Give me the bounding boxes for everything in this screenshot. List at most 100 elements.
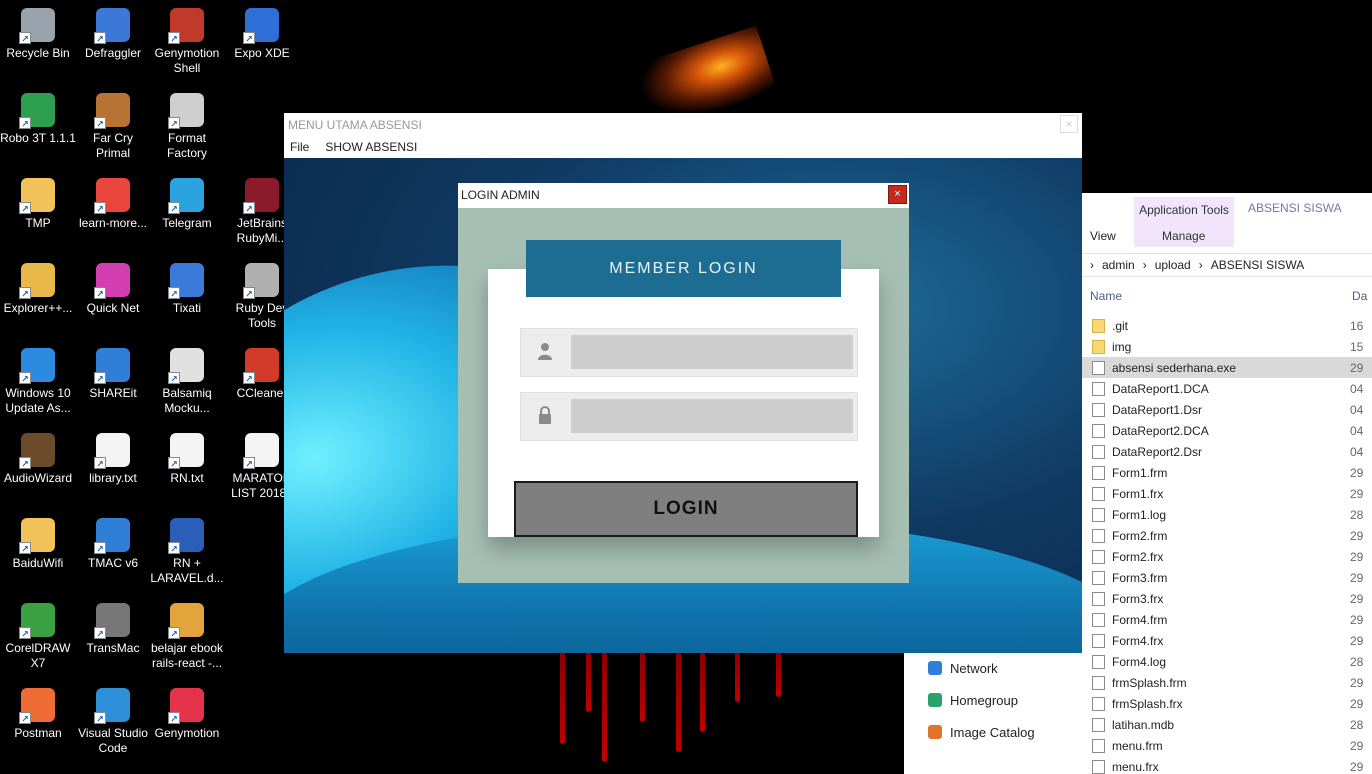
main-window-close-button[interactable]: × (1060, 115, 1078, 133)
file-row[interactable]: Form2.frm 29 (1082, 525, 1372, 546)
desktop-icon-genymotion[interactable]: ↗ Genymotion (149, 688, 225, 741)
desktop-icon-expo-xde[interactable]: ↗ Expo XDE (224, 8, 300, 61)
file-row[interactable]: Form4.frm 29 (1082, 609, 1372, 630)
desktop-icon-balsamiq[interactable]: ↗ Balsamiq Mocku... (149, 348, 225, 416)
main-window-titlebar: MENU UTAMA ABSENSI × (284, 113, 1082, 137)
breadcrumb-admin[interactable]: admin (1102, 258, 1135, 272)
windows-update-icon: ↗ (19, 348, 55, 384)
file-row[interactable]: img 15 (1082, 336, 1372, 357)
file-row[interactable]: menu.frx 29 (1082, 756, 1372, 774)
desktop-icon-label: Genymotion (154, 726, 220, 740)
file-row[interactable]: DataReport2.Dsr 04 (1082, 441, 1372, 462)
desktop-icon-audio-wizard[interactable]: ↗ AudioWizard (0, 433, 76, 486)
drip (735, 652, 740, 702)
tab-view[interactable]: View (1090, 229, 1116, 243)
file-row[interactable]: latihan.mdb 28 (1082, 714, 1372, 735)
file-row[interactable]: Form3.frx 29 (1082, 588, 1372, 609)
file-name: DataReport2.Dsr (1112, 444, 1203, 459)
column-date-header[interactable]: Da (1352, 289, 1367, 303)
drip (700, 652, 705, 732)
file-row[interactable]: .git 16 (1082, 315, 1372, 336)
desktop-icon-word-doc[interactable]: ↗ RN + LARAVEL.d... (149, 518, 225, 586)
breadcrumb-upload[interactable]: upload (1155, 258, 1191, 272)
file-name: .git (1112, 318, 1129, 333)
desktop-icon-ebook[interactable]: ↗ belajar ebook rails-react -... (149, 603, 225, 671)
file-row[interactable]: Form1.frm 29 (1082, 462, 1372, 483)
password-input[interactable] (571, 399, 853, 433)
desktop-icon-tmac[interactable]: ↗ TMAC v6 (75, 518, 151, 571)
desktop-icon-defraggler[interactable]: ↗ Defraggler (75, 8, 151, 61)
file-icon (1092, 528, 1105, 543)
drip (776, 652, 781, 697)
explorer-ribbon: Application Tools ABSENSI SISWA View Man… (1082, 193, 1372, 247)
breadcrumb-absensi-siswa[interactable]: ABSENSI SISWA (1211, 258, 1305, 272)
tab-manage[interactable]: Manage (1162, 229, 1205, 243)
file-row[interactable]: frmSplash.frm 29 (1082, 672, 1372, 693)
shortcut-arrow-icon: ↗ (243, 287, 255, 299)
desktop-icon-vscode[interactable]: ↗ Visual Studio Code (75, 688, 151, 756)
file-row[interactable]: absensi sederhana.exe 29 (1082, 357, 1372, 378)
nav-item-network[interactable]: Network (904, 652, 1082, 684)
file-date: 28 (1350, 717, 1364, 732)
file-row[interactable]: DataReport1.Dsr 04 (1082, 399, 1372, 420)
file-date: 04 (1350, 444, 1364, 459)
desktop-icon-explorer-plus[interactable]: ↗ Explorer++... (0, 263, 76, 316)
username-input[interactable] (571, 335, 853, 369)
desktop-icon-far-cry-primal[interactable]: ↗ Far Cry Primal (75, 93, 151, 161)
file-row[interactable]: DataReport1.DCA 04 (1082, 378, 1372, 399)
desktop-icon-label: TransMac (86, 641, 140, 655)
desktop-icon-windows-update[interactable]: ↗ Windows 10 Update As... (0, 348, 76, 416)
file-date: 29 (1350, 633, 1364, 648)
desktop-icon-recycle-bin[interactable]: ↗ Recycle Bin (0, 8, 76, 61)
login-dialog-close-button[interactable]: × (888, 185, 907, 204)
shortcut-arrow-icon: ↗ (94, 117, 106, 129)
desktop-icon-robo3t[interactable]: ↗ Robo 3T 1.1.1 (0, 93, 76, 146)
desktop-icon-postman[interactable]: ↗ Postman (0, 688, 76, 741)
desktop-icon-baidu-wifi[interactable]: ↗ BaiduWifi (0, 518, 76, 571)
desktop-icon-format-factory[interactable]: ↗ Format Factory (149, 93, 225, 161)
shortcut-arrow-icon: ↗ (94, 372, 106, 384)
tmp-icon: ↗ (19, 178, 55, 214)
file-date: 29 (1350, 549, 1364, 564)
file-row[interactable]: DataReport2.DCA 04 (1082, 420, 1372, 441)
file-name: latihan.mdb (1112, 717, 1175, 732)
desktop-icon-text-file[interactable]: ↗ RN.txt (149, 433, 225, 486)
desktop-icon-tmp[interactable]: ↗ TMP (0, 178, 76, 231)
desktop-icon-text-file[interactable]: ↗ library.txt (75, 433, 151, 486)
desktop-icon-transmac[interactable]: ↗ TransMac (75, 603, 151, 656)
file-row[interactable]: frmSplash.frx 29 (1082, 693, 1372, 714)
desktop-icon-label: belajar ebook rails-react -... (150, 641, 224, 670)
chevron-right-icon: › (1090, 258, 1094, 272)
file-row[interactable]: Form4.frx 29 (1082, 630, 1372, 651)
file-row[interactable]: Form4.log 28 (1082, 651, 1372, 672)
desktop-icon-tixati[interactable]: ↗ Tixati (149, 263, 225, 316)
address-bar[interactable]: › admin › upload › ABSENSI SISWA (1082, 253, 1372, 277)
nav-item-homegroup[interactable]: Homegroup (904, 684, 1082, 716)
username-field (520, 328, 858, 377)
column-name-header[interactable]: Name (1090, 289, 1122, 303)
nav-item-image-catalog[interactable]: Image Catalog (904, 716, 1082, 748)
file-date: 15 (1350, 339, 1364, 354)
desktop-icon-genymotion-shell[interactable]: ↗ Genymotion Shell (149, 8, 225, 76)
file-date: 29 (1350, 360, 1364, 375)
file-row[interactable]: Form2.frx 29 (1082, 546, 1372, 567)
file-list: .git 16 img 15 absensi sederhana.exe 29 DataRe… (1082, 315, 1372, 774)
file-row[interactable]: Form1.log 28 (1082, 504, 1372, 525)
shortcut-arrow-icon: ↗ (168, 287, 180, 299)
file-row[interactable]: Form3.frm 29 (1082, 567, 1372, 588)
desktop-icon-chrome[interactable]: ↗ learn-more... (75, 178, 151, 231)
menu-show-absensi[interactable]: SHOW ABSENSI (325, 140, 417, 155)
file-name: img (1112, 339, 1132, 354)
file-row[interactable]: Form1.frx 29 (1082, 483, 1372, 504)
login-button[interactable]: LOGIN (514, 481, 858, 537)
file-icon (1092, 465, 1105, 480)
nav-item-label: Homegroup (950, 692, 1018, 708)
file-icon (1092, 507, 1105, 522)
desktop-icon-quick-net[interactable]: ↗ Quick Net (75, 263, 151, 316)
password-field (520, 392, 858, 441)
desktop-icon-shareit[interactable]: ↗ SHAREit (75, 348, 151, 401)
desktop-icon-coreldraw[interactable]: ↗ CorelDRAW X7 (0, 603, 76, 671)
menu-file[interactable]: File (290, 140, 309, 155)
file-row[interactable]: menu.frm 29 (1082, 735, 1372, 756)
desktop-icon-telegram[interactable]: ↗ Telegram (149, 178, 225, 231)
